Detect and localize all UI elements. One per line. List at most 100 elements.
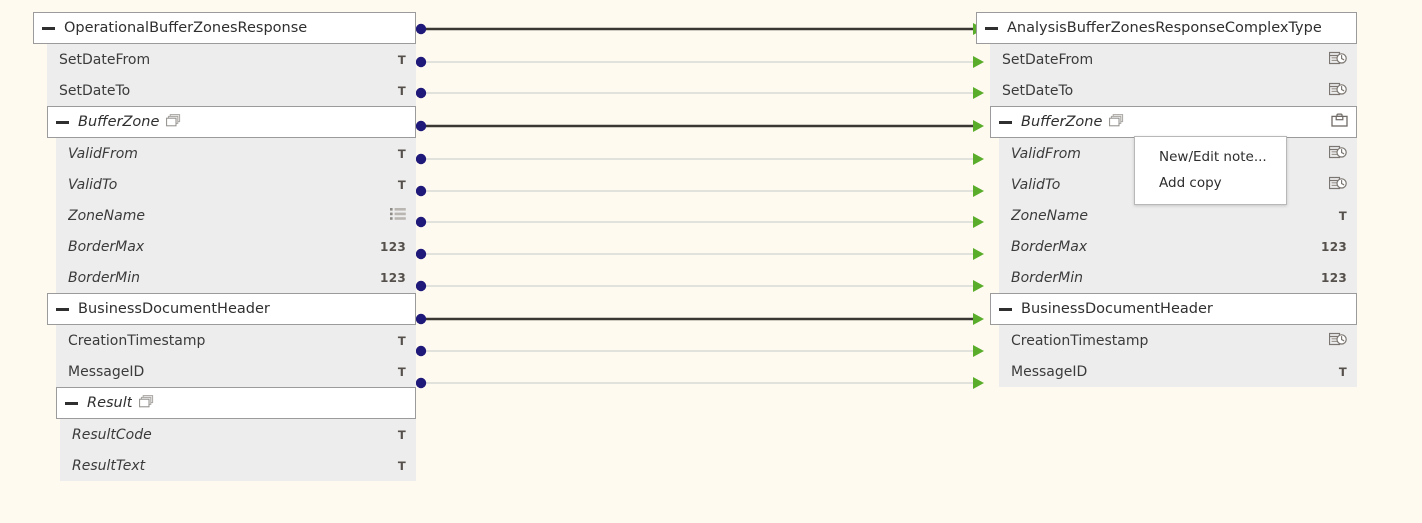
mapping-link[interactable] xyxy=(415,87,984,99)
node-context-menu[interactable]: New/Edit note... Add copy xyxy=(1134,136,1287,205)
mapping-link[interactable] xyxy=(415,313,984,325)
mapping-source-dot[interactable] xyxy=(415,153,427,165)
briefcase-icon xyxy=(1331,113,1348,131)
schema-group-node[interactable]: Result xyxy=(56,387,416,419)
collapse-minus-icon[interactable] xyxy=(56,120,69,124)
schema-node-label: SetDateTo xyxy=(1002,82,1074,99)
schema-field-node[interactable]: BorderMin 123 xyxy=(56,262,416,293)
schema-node-root[interactable]: AnalysisBufferZonesResponseComplexType xyxy=(976,12,1357,44)
schema-field-node[interactable]: SetDateFrom xyxy=(990,44,1357,75)
schema-field-node[interactable]: CreationTimestamp xyxy=(999,325,1357,356)
schema-field-node[interactable]: ResultText T xyxy=(60,450,416,481)
copy-stack-icon[interactable] xyxy=(139,394,154,412)
schema-field-node[interactable]: BorderMin 123 xyxy=(999,262,1357,293)
copy-stack-icon xyxy=(1109,113,1124,131)
schema-field-node[interactable]: CreationTimestamp T xyxy=(56,325,416,356)
schema-field-node[interactable]: BorderMax 123 xyxy=(999,231,1357,262)
collapse-minus-icon[interactable] xyxy=(999,120,1012,124)
schema-field-node[interactable]: BorderMax 123 xyxy=(56,231,416,262)
mapping-link[interactable] xyxy=(415,280,984,292)
schema-node-label: OperationalBufferZonesResponse xyxy=(64,20,308,36)
copy-stack-icon[interactable] xyxy=(166,113,181,131)
field-type-marker: 123 xyxy=(380,270,406,285)
mapping-source-dot[interactable] xyxy=(415,377,427,389)
copy-stack-icon xyxy=(139,394,154,412)
schema-node-label: BusinessDocumentHeader xyxy=(1021,301,1213,317)
schema-node-label: Result xyxy=(87,395,133,411)
mapping-link[interactable] xyxy=(415,56,984,68)
schema-node-label: ZoneName xyxy=(68,207,145,224)
collapse-minus-icon[interactable] xyxy=(56,307,69,311)
schema-field-node[interactable]: ValidTo T xyxy=(56,169,416,200)
datetime-type-icon xyxy=(1328,51,1347,68)
field-type-marker: T xyxy=(1338,208,1347,223)
mapping-link[interactable] xyxy=(415,248,984,260)
field-type-marker: T xyxy=(397,458,406,473)
field-type-marker xyxy=(390,207,406,224)
schema-group-node[interactable]: BusinessDocumentHeader xyxy=(990,293,1357,325)
field-type-marker xyxy=(1328,145,1347,162)
field-type-marker xyxy=(1328,332,1347,349)
schema-node-label: SetDateFrom xyxy=(1002,51,1094,68)
mapping-link[interactable] xyxy=(415,377,984,389)
collapse-minus-icon[interactable] xyxy=(999,307,1012,311)
datetime-type-icon xyxy=(1328,332,1347,349)
mapping-source-dot[interactable] xyxy=(415,280,427,292)
schema-field-node[interactable]: MessageID T xyxy=(56,356,416,387)
copy-stack-icon[interactable] xyxy=(1109,113,1124,131)
schema-field-node[interactable]: SetDateTo xyxy=(990,75,1357,106)
field-type-marker: 123 xyxy=(1321,239,1347,254)
schema-node-label: BorderMax xyxy=(68,238,145,255)
mapping-source-dot[interactable] xyxy=(415,313,427,325)
mapping-source-dot[interactable] xyxy=(415,216,427,228)
mapping-link[interactable] xyxy=(415,120,984,132)
schema-group-node[interactable]: BufferZone xyxy=(47,106,416,138)
schema-node-label: SetDateTo xyxy=(59,82,131,99)
field-type-marker: T xyxy=(397,146,406,161)
schema-node-root[interactable]: OperationalBufferZonesResponse xyxy=(33,12,416,44)
schema-node-label: BusinessDocumentHeader xyxy=(78,301,270,317)
mapping-link[interactable] xyxy=(415,345,984,357)
mapping-link[interactable] xyxy=(415,185,984,197)
mapping-source-dot[interactable] xyxy=(415,87,427,99)
schema-node-label: BorderMin xyxy=(68,269,141,286)
field-type-marker xyxy=(1328,51,1347,68)
collapse-minus-icon[interactable] xyxy=(42,26,55,30)
schema-node-label: BufferZone xyxy=(1021,114,1103,130)
mapping-canvas[interactable]: OperationalBufferZonesResponse SetDateFro… xyxy=(0,0,1422,523)
field-type-marker: 123 xyxy=(380,239,406,254)
mapping-source-dot[interactable] xyxy=(415,185,427,197)
collapse-minus-icon[interactable] xyxy=(65,401,78,405)
schema-node-label: BorderMax xyxy=(1011,238,1088,255)
field-type-marker: 123 xyxy=(1321,270,1347,285)
field-type-marker: T xyxy=(397,427,406,442)
schema-node-label: MessageID xyxy=(1011,363,1088,380)
field-type-marker: T xyxy=(397,83,406,98)
schema-group-node[interactable]: BusinessDocumentHeader xyxy=(47,293,416,325)
mapping-source-dot[interactable] xyxy=(415,56,427,68)
schema-node-label: CreationTimestamp xyxy=(1011,332,1149,349)
mapping-source-dot[interactable] xyxy=(415,120,427,132)
field-type-marker xyxy=(1328,82,1347,99)
mapping-source-dot[interactable] xyxy=(415,345,427,357)
mapping-source-dot[interactable] xyxy=(415,23,427,35)
schema-field-node[interactable]: ZoneName xyxy=(56,200,416,231)
schema-field-node[interactable]: SetDateTo T xyxy=(47,75,416,106)
schema-field-node[interactable]: ValidFrom T xyxy=(56,138,416,169)
source-schema-tree[interactable]: OperationalBufferZonesResponse SetDateFro… xyxy=(33,12,416,481)
mapping-link[interactable] xyxy=(415,153,984,165)
schema-field-node[interactable]: MessageID T xyxy=(999,356,1357,387)
collapse-minus-icon[interactable] xyxy=(985,26,998,30)
schema-field-node[interactable]: SetDateFrom T xyxy=(47,44,416,75)
datetime-type-icon xyxy=(1328,145,1347,162)
schema-group-node[interactable]: BufferZone xyxy=(990,106,1357,138)
mapping-link[interactable] xyxy=(415,216,984,228)
field-type-marker: T xyxy=(397,52,406,67)
datetime-type-icon xyxy=(1328,176,1347,193)
schema-field-node[interactable]: ResultCode T xyxy=(60,419,416,450)
mapping-link[interactable] xyxy=(415,23,984,35)
context-menu-item[interactable]: New/Edit note... xyxy=(1135,144,1286,170)
context-menu-item[interactable]: Add copy xyxy=(1135,170,1286,196)
mapping-source-dot[interactable] xyxy=(415,248,427,260)
field-type-marker: T xyxy=(1338,364,1347,379)
